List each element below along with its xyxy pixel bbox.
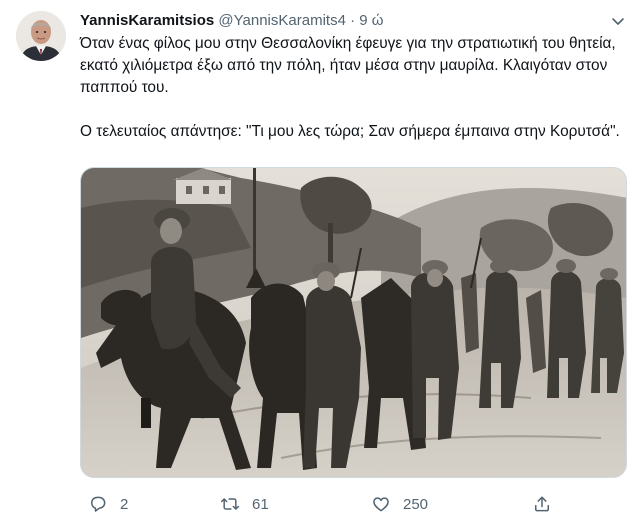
tweet-header: YannisKaramitsios @YannisKaramits4 · 9 ώ xyxy=(80,11,610,31)
avatar[interactable] xyxy=(16,11,66,61)
heart-icon xyxy=(373,497,389,512)
chevron-down-icon[interactable] xyxy=(610,13,626,29)
retweet-count: 61 xyxy=(252,495,269,513)
tweet-photo[interactable] xyxy=(80,167,627,478)
timestamp[interactable]: 9 ώ xyxy=(359,12,383,29)
tweet-paragraph: Όταν ένας φίλος μου στην Θεσσαλονίκη έφε… xyxy=(80,35,616,96)
tweet-actions: 2 61 250 xyxy=(80,493,580,515)
tweet-text: Όταν ένας φίλος μου στην Θεσσαλονίκη έφε… xyxy=(80,33,625,143)
display-name[interactable]: YannisKaramitsios xyxy=(80,12,214,29)
tweet-paragraph: Ο τελευταίος απάντησε: "Τι μου λες τώρα;… xyxy=(80,123,620,140)
avatar-photo xyxy=(16,11,66,61)
reply-count: 2 xyxy=(120,495,129,513)
tweet[interactable]: YannisKaramitsios @YannisKaramits4 · 9 ώ… xyxy=(0,0,640,522)
retweet-icon xyxy=(220,498,240,510)
reply-button[interactable]: 2 xyxy=(88,493,128,515)
like-button[interactable]: 250 xyxy=(371,493,428,515)
user-handle[interactable]: @YannisKaramits4 xyxy=(218,12,346,29)
share-icon xyxy=(535,496,549,512)
retweet-button[interactable]: 61 xyxy=(220,493,269,515)
reply-icon xyxy=(91,496,106,512)
separator-dot: · xyxy=(350,12,356,29)
share-button[interactable] xyxy=(532,493,552,515)
like-count: 250 xyxy=(403,495,429,513)
soldiers-photo-image xyxy=(81,168,626,477)
